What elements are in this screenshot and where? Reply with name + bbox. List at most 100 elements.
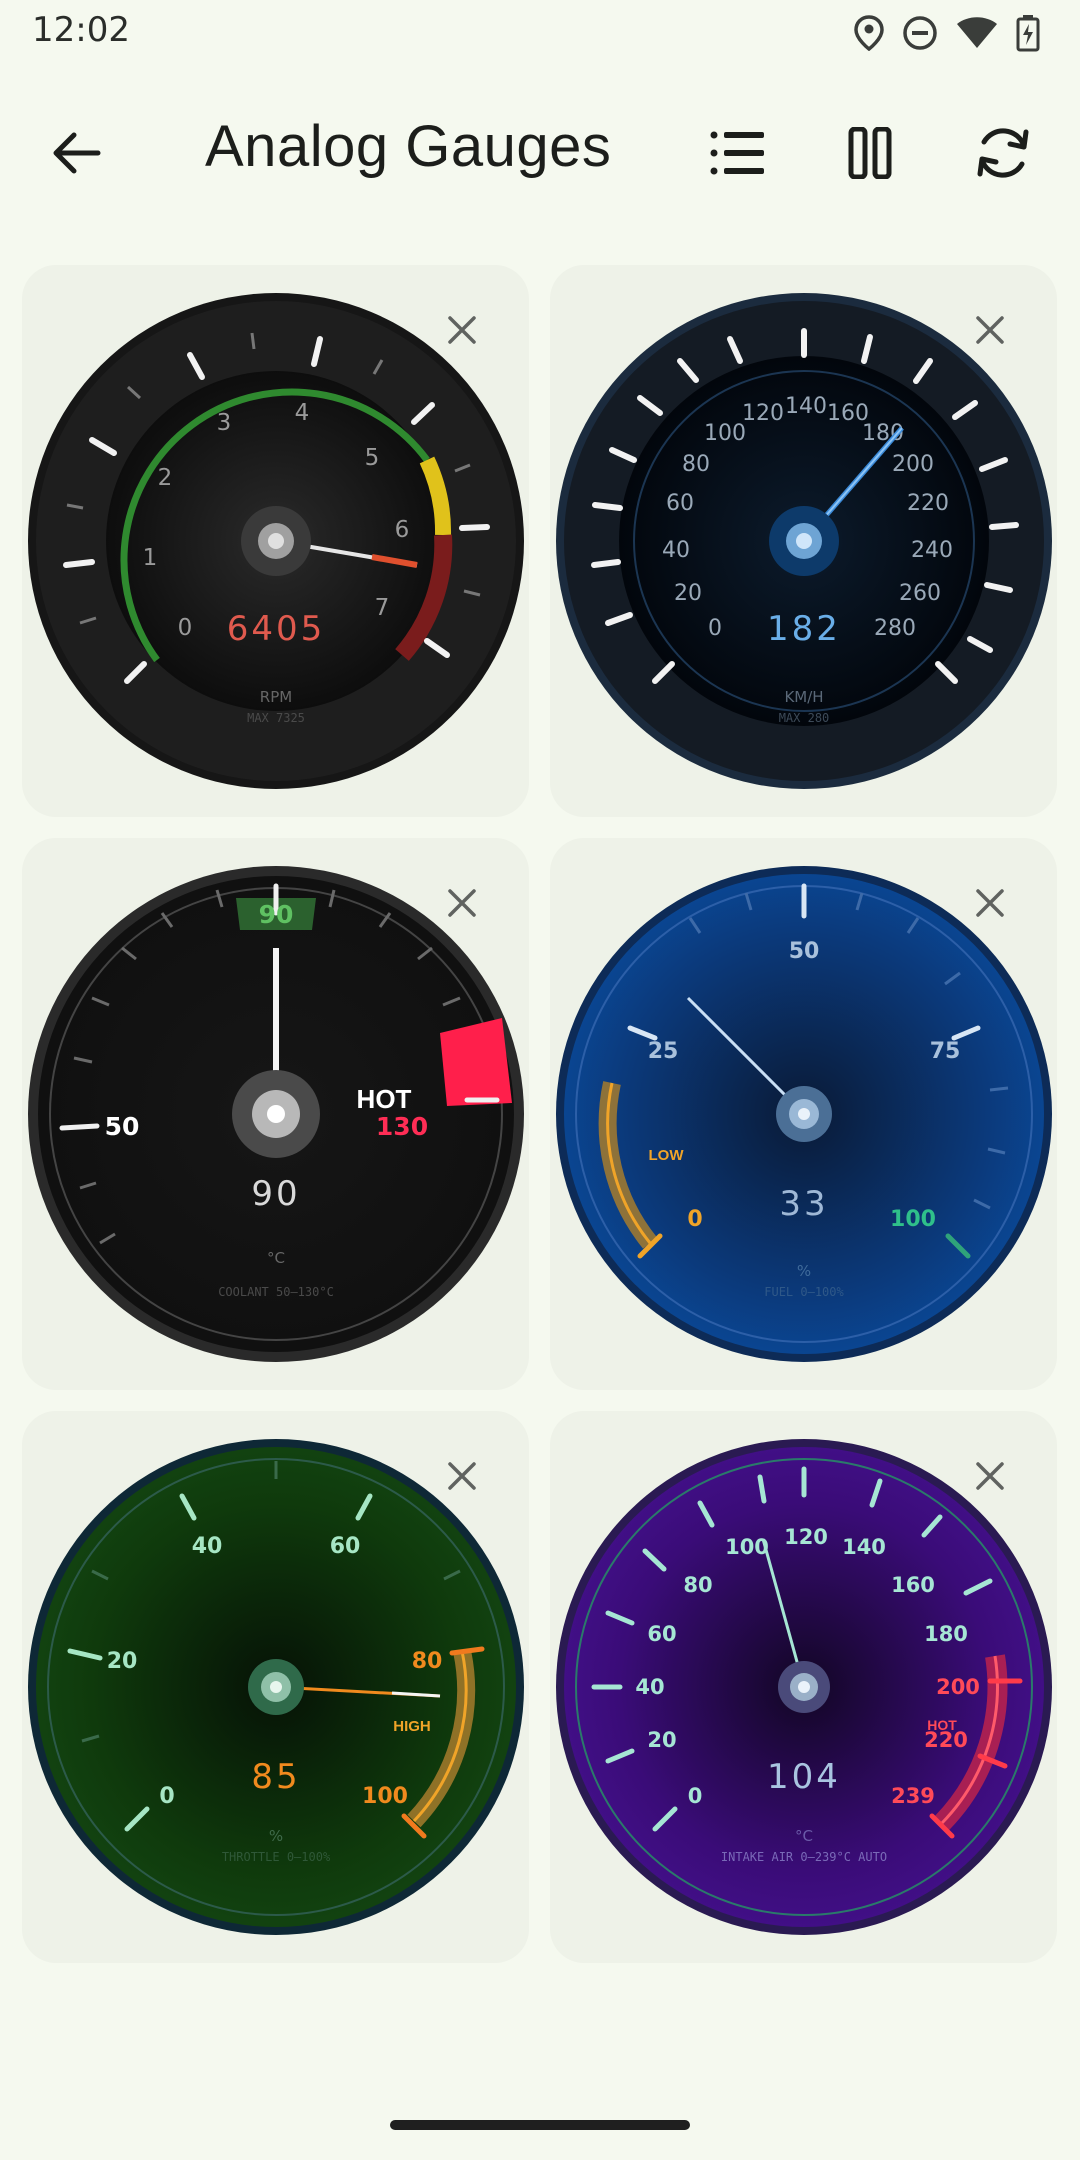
- wifi-icon: [956, 16, 998, 50]
- gesture-nav-bar[interactable]: [390, 2120, 690, 2130]
- speed-tick-label: 260: [899, 581, 941, 606]
- location-icon: [854, 15, 884, 51]
- gauge-card-rpm[interactable]: 0 1 2 3 4 5 6 7 6405 RPM MAX 7325: [22, 265, 529, 817]
- intake-tick-label: 160: [891, 1573, 935, 1597]
- intake-subtitle: INTAKE AIR 0–239°C AUTO: [721, 1850, 887, 1864]
- close-icon: [448, 1462, 476, 1490]
- speed-tick-label: 200: [892, 452, 934, 477]
- rpm-tick-label: 3: [217, 410, 232, 436]
- speed-value: 182: [767, 609, 841, 649]
- close-icon: [448, 889, 476, 917]
- gauge-card-coolant[interactable]: 50 90 130 HOT 90 °C COOLANT 50–130°C: [22, 838, 529, 1390]
- rpm-tick-label: 4: [295, 400, 310, 426]
- close-button[interactable]: [432, 300, 492, 360]
- intake-warn-label: HOT: [927, 1717, 957, 1733]
- fuel-tick-label: 75: [930, 1039, 961, 1064]
- speed-tick-label: 120: [742, 401, 784, 426]
- close-button[interactable]: [960, 873, 1020, 933]
- battery-charging-icon: [1016, 14, 1040, 52]
- fuel-unit: %: [797, 1262, 811, 1280]
- fuel-warn-label: LOW: [649, 1147, 685, 1164]
- speed-tick-label: 20: [674, 581, 702, 606]
- close-button[interactable]: [960, 300, 1020, 360]
- intake-tick-label: 180: [924, 1622, 968, 1646]
- throttle-subtitle: THROTTLE 0–100%: [222, 1850, 331, 1864]
- intake-tick-label: 239: [891, 1784, 935, 1808]
- intake-tick-label: 40: [635, 1675, 664, 1699]
- gauge-card-throttle[interactable]: 0 20 40 60 80 100 HIGH 85 % THROTTLE 0–1…: [22, 1411, 529, 1963]
- close-button[interactable]: [432, 1446, 492, 1506]
- close-icon: [448, 316, 476, 344]
- do-not-disturb-icon: [902, 15, 938, 51]
- speed-subtitle: MAX 280: [779, 711, 830, 725]
- page-title: Analog Gauges: [205, 114, 612, 179]
- refresh-icon: [977, 128, 1029, 178]
- back-button[interactable]: [28, 105, 124, 201]
- intake-tick-label: 80: [683, 1573, 712, 1597]
- throttle-tick-label: 40: [192, 1534, 223, 1559]
- coolant-subtitle: COOLANT 50–130°C: [218, 1285, 334, 1299]
- coolant-tick-label: 90: [259, 900, 294, 929]
- speed-tick-label: 80: [682, 452, 710, 477]
- intake-tick-label: 200: [936, 1675, 980, 1699]
- list-button[interactable]: [690, 105, 786, 201]
- gauge-card-intake-air[interactable]: 0 20 40 60 80 100 120 140 160 180 200 22…: [550, 1411, 1057, 1963]
- rpm-tick-label: 2: [158, 465, 173, 491]
- fuel-tick-label: 25: [648, 1039, 679, 1064]
- gauge-card-speed[interactable]: 0 20 40 60 80 100 120 140 160 180 200 22…: [550, 265, 1057, 817]
- coolant-unit: °C: [267, 1249, 285, 1267]
- gauge-card-fuel[interactable]: 50 25 75 0 100 LOW 33 % FUEL 0–100%: [550, 838, 1057, 1390]
- throttle-tick-label: 20: [107, 1649, 138, 1674]
- close-icon: [976, 316, 1004, 344]
- pause-icon: [848, 127, 892, 179]
- rpm-tick-label: 1: [143, 545, 158, 571]
- coolant-tick-label: 130: [376, 1112, 428, 1141]
- coolant-warn-label: HOT: [357, 1084, 412, 1114]
- list-icon: [710, 131, 764, 175]
- speed-unit: KM/H: [784, 688, 823, 706]
- intake-tick-label: 0: [688, 1784, 703, 1808]
- fuel-tick-label: 50: [789, 939, 820, 964]
- speed-tick-label: 40: [662, 538, 690, 563]
- throttle-tick-label: 0: [159, 1784, 174, 1809]
- speed-tick-label: 280: [874, 616, 916, 641]
- intake-value: 104: [767, 1757, 841, 1797]
- throttle-warn-label: HIGH: [393, 1718, 431, 1735]
- coolant-value: 90: [251, 1174, 300, 1214]
- close-button[interactable]: [432, 873, 492, 933]
- fuel-value: 33: [779, 1184, 828, 1224]
- speed-tick-label: 240: [911, 538, 953, 563]
- close-icon: [976, 1462, 1004, 1490]
- throttle-tick-label: 80: [412, 1649, 443, 1674]
- throttle-value: 85: [251, 1757, 300, 1797]
- intake-tick-label: 20: [647, 1728, 676, 1752]
- throttle-tick-label: 60: [330, 1534, 361, 1559]
- status-icons: [854, 14, 1040, 52]
- rpm-value: 6405: [227, 609, 326, 649]
- fuel-tick-label: 100: [890, 1207, 936, 1232]
- rpm-tick-label: 6: [395, 517, 410, 543]
- status-time: 12:02: [32, 10, 130, 50]
- speed-tick-label: 60: [666, 491, 694, 516]
- speed-tick-label: 140: [785, 394, 827, 419]
- status-bar: 12:02: [0, 0, 1080, 64]
- intake-tick-label: 120: [784, 1525, 828, 1549]
- close-button[interactable]: [960, 1446, 1020, 1506]
- rpm-unit: RPM: [260, 688, 292, 706]
- rpm-subtitle: MAX 7325: [247, 711, 305, 725]
- coolant-tick-label: 50: [105, 1112, 140, 1141]
- intake-tick-label: 100: [725, 1535, 769, 1559]
- intake-tick-label: 140: [842, 1535, 886, 1559]
- speed-tick-label: 100: [704, 421, 746, 446]
- rpm-tick-label: 0: [178, 615, 193, 641]
- intake-tick-label: 60: [647, 1622, 676, 1646]
- rpm-tick-label: 7: [375, 595, 390, 621]
- fuel-subtitle: FUEL 0–100%: [764, 1285, 844, 1299]
- fuel-tick-label: 0: [687, 1207, 702, 1232]
- close-icon: [976, 889, 1004, 917]
- refresh-button[interactable]: [955, 105, 1051, 201]
- intake-unit: °C: [795, 1827, 813, 1845]
- throttle-unit: %: [269, 1827, 283, 1845]
- pause-button[interactable]: [822, 105, 918, 201]
- speed-tick-label: 220: [907, 491, 949, 516]
